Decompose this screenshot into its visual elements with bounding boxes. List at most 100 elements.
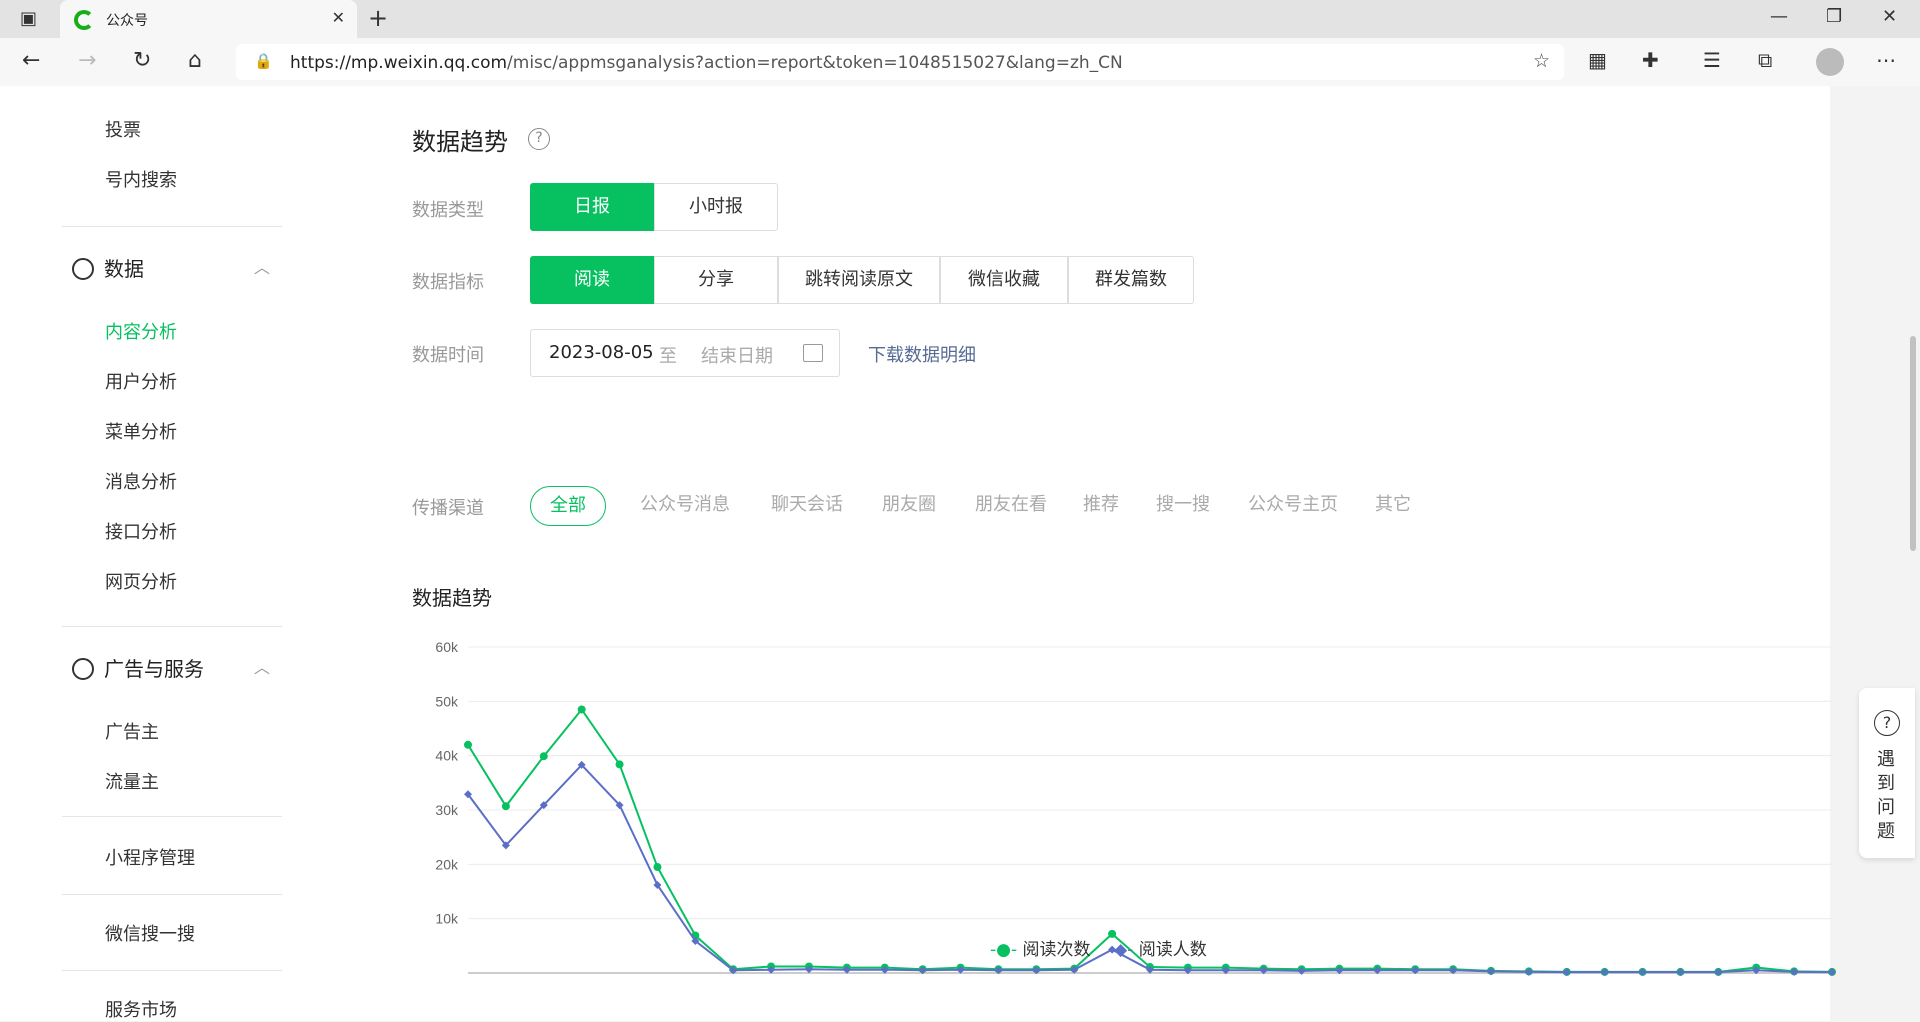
data-point (577, 705, 586, 714)
channel-recommend[interactable]: 推荐 (1076, 486, 1126, 526)
chart-title: 数据趋势 (412, 586, 492, 610)
metric-label: 数据指标 (412, 272, 484, 293)
series-line (467, 707, 1833, 973)
sidebar: 投票 号内搜索 数据 ︿ 内容分析 用户分析 菜单分析 消息分析 接口分析 网页… (0, 86, 362, 1021)
sidebar-item-advertiser[interactable]: 广告主 (105, 718, 159, 744)
tab-close-icon[interactable]: ✕ (332, 8, 345, 27)
channel-search[interactable]: 搜一搜 (1148, 486, 1218, 526)
compass-icon (72, 658, 94, 680)
tab-title: 公众号 (106, 13, 148, 29)
data-point (501, 802, 510, 811)
y-tick-label: 50k (435, 693, 459, 709)
legend-label: 阅读次数 (1022, 940, 1091, 960)
back-icon[interactable]: ← (22, 48, 40, 73)
wechat-logo-icon (74, 10, 94, 30)
scrollbar-thumb[interactable] (1910, 336, 1916, 551)
sidebar-item-publisher[interactable]: 流量主 (105, 768, 159, 794)
legend-read-count[interactable]: -●- 阅读次数 (990, 935, 1091, 960)
sidebar-section-ads[interactable]: 广告与服务 (72, 653, 204, 682)
sidebar-item-content-analysis[interactable]: 内容分析 (105, 318, 177, 344)
lock-icon: 🔒 (254, 52, 273, 70)
page-title: 数据趋势 (412, 128, 508, 156)
divider (62, 626, 282, 627)
channel-other[interactable]: 其它 (1368, 486, 1418, 526)
type-label: 数据类型 (412, 200, 484, 221)
channel-chat[interactable]: 聊天会话 (762, 486, 852, 526)
tab-actions-icon[interactable]: ▣ (20, 8, 37, 29)
metric-share-button[interactable]: 分享 (654, 256, 778, 304)
type-daily-button[interactable]: 日报 (530, 183, 654, 231)
sidebar-section-data[interactable]: 数据 (72, 253, 144, 282)
chevron-up-icon[interactable]: ︿ (254, 654, 270, 678)
channel-moments[interactable]: 朋友圈 (874, 486, 944, 526)
end-date-placeholder[interactable]: 结束日期 (701, 342, 773, 368)
section-label: 广告与服务 (104, 657, 204, 681)
download-details-link[interactable]: 下载数据明细 (868, 341, 976, 367)
divider (62, 226, 282, 227)
close-window-icon[interactable]: ✕ (1882, 6, 1897, 27)
date-separator: 至 (659, 346, 677, 367)
chevron-up-icon[interactable]: ︿ (254, 254, 270, 278)
sidebar-item-user-analysis[interactable]: 用户分析 (105, 368, 177, 394)
forward-icon[interactable]: → (78, 48, 96, 73)
channel-account-message[interactable]: 公众号消息 (630, 486, 740, 526)
time-label: 数据时间 (412, 345, 484, 366)
profile-avatar[interactable] (1816, 48, 1844, 76)
page: 投票 号内搜索 数据 ︿ 内容分析 用户分析 菜单分析 消息分析 接口分析 网页… (0, 86, 1920, 1021)
sidebar-item-wechat-search[interactable]: 微信搜一搜 (105, 920, 195, 946)
favorites-icon[interactable]: ☰ (1703, 48, 1721, 72)
tab-strip: ▣ 公众号 ✕ + — ❐ ✕ (0, 0, 1920, 38)
more-menu-icon[interactable]: ⋯ (1876, 48, 1896, 72)
sidebar-item-web-analysis[interactable]: 网页分析 (105, 568, 177, 594)
metric-read-button[interactable]: 阅读 (530, 256, 654, 304)
channel-label: 传播渠道 (412, 498, 484, 519)
channel-homepage[interactable]: 公众号主页 (1238, 486, 1348, 526)
data-point (464, 740, 472, 749)
collections-icon[interactable]: ⧉ (1758, 48, 1772, 72)
favorite-add-icon[interactable]: ☆ (1533, 50, 1550, 72)
address-bar[interactable]: 🔒 https://mp.weixin.qq.com/misc/appmsgan… (236, 44, 1564, 80)
y-tick-label: 30k (435, 802, 459, 818)
sidebar-item-message-analysis[interactable]: 消息分析 (105, 468, 177, 494)
sidebar-item-service-market[interactable]: 服务市场 (105, 996, 177, 1022)
metric-favorite-button[interactable]: 微信收藏 (940, 256, 1068, 304)
y-tick-label: 40k (435, 748, 459, 764)
sidebar-item-search[interactable]: 号内搜索 (105, 166, 177, 192)
metric-original-link-button[interactable]: 跳转阅读原文 (778, 256, 940, 304)
help-icon[interactable]: ? (528, 128, 550, 150)
extension-icon[interactable]: ▦ (1588, 48, 1607, 72)
minimize-icon[interactable]: — (1770, 6, 1788, 27)
browser-chrome: ▣ 公众号 ✕ + — ❐ ✕ ← → ↻ ⌂ 🔒 https://mp.wei… (0, 0, 1920, 86)
nav-toolbar: ← → ↻ ⌂ 🔒 https://mp.weixin.qq.com/misc/… (0, 38, 1920, 86)
browser-tab[interactable]: 公众号 ✕ (60, 0, 357, 38)
channel-friends-watching[interactable]: 朋友在看 (966, 486, 1056, 526)
trend-line-chart: 60k50k40k30k20k10k2023-06-302023-07-0620… (435, 639, 1836, 977)
channel-all[interactable]: 全部 (530, 486, 606, 526)
metric-mass-send-button[interactable]: 群发篇数 (1068, 256, 1194, 304)
puzzle-icon[interactable]: ✚ (1642, 48, 1659, 72)
refresh-icon[interactable]: ↻ (133, 48, 151, 73)
y-tick-label: 20k (435, 856, 459, 872)
sidebar-item-vote[interactable]: 投票 (105, 116, 141, 142)
help-widget[interactable]: ? 遇到问题 (1859, 688, 1915, 858)
data-point (539, 752, 548, 761)
sidebar-item-menu-analysis[interactable]: 菜单分析 (105, 418, 177, 444)
sidebar-item-api-analysis[interactable]: 接口分析 (105, 518, 177, 544)
calendar-icon[interactable] (803, 344, 823, 362)
data-point (615, 760, 624, 769)
restore-icon[interactable]: ❐ (1826, 6, 1842, 27)
section-label: 数据 (104, 257, 144, 281)
divider (62, 970, 282, 971)
legend-reader-count[interactable]: -◆- 阅读人数 (1108, 935, 1207, 960)
main-panel: 数据趋势 ? 数据类型 日报 小时报 数据指标 阅读 分享 跳转阅读原文 微信收… (362, 86, 1836, 1021)
start-date[interactable]: 2023-08-05 (549, 342, 654, 363)
legend-label: 阅读人数 (1138, 940, 1207, 960)
divider (62, 816, 282, 817)
new-tab-icon[interactable]: + (368, 4, 388, 32)
home-icon[interactable]: ⌂ (188, 48, 202, 73)
y-tick-label: 60k (435, 639, 459, 655)
divider (62, 894, 282, 895)
sidebar-item-miniprogram[interactable]: 小程序管理 (105, 844, 195, 870)
date-range-picker[interactable]: 2023-08-05 至 结束日期 (530, 329, 840, 377)
type-hourly-button[interactable]: 小时报 (654, 183, 778, 231)
